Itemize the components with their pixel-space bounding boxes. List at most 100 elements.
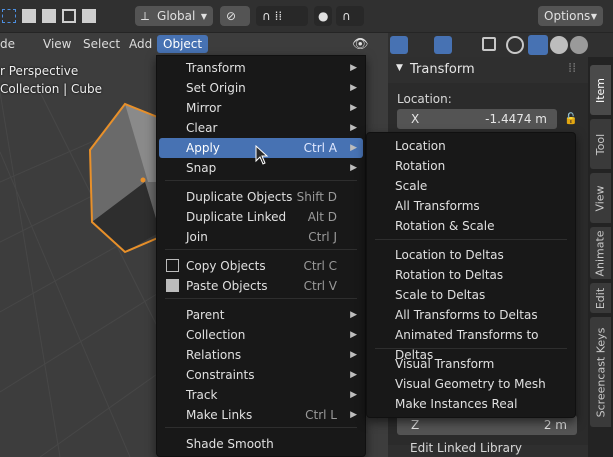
menu-item-paste-objects[interactable]: Paste Objects Ctrl V xyxy=(159,276,363,296)
menu-separator xyxy=(375,239,567,240)
apply-visual-geometry-to-mesh[interactable]: Visual Geometry to Mesh xyxy=(369,374,573,394)
apply-visual-transform[interactable]: Visual Transform xyxy=(369,354,573,374)
lock-icon[interactable]: 🔓 xyxy=(564,112,578,125)
menu-mode[interactable]: de xyxy=(0,35,21,53)
submenu-arrow-icon: ▶ xyxy=(350,370,357,380)
orientation-icon: ⟂ xyxy=(141,8,150,23)
menu-item-constraints[interactable]: Constraints ▶ xyxy=(159,365,363,385)
xray-icon[interactable] xyxy=(482,37,496,51)
magnet-icon: ∩ ⁞⁞ xyxy=(262,9,283,23)
rendered-shading-icon[interactable] xyxy=(570,36,588,54)
menu-item-make-links[interactable]: Make Links Ctrl L ▶ xyxy=(159,405,363,425)
menu-select[interactable]: Select xyxy=(77,35,126,53)
select-intersect-icon[interactable] xyxy=(82,9,96,23)
tab-edit[interactable]: Edit xyxy=(590,283,611,313)
menu-item-set-origin[interactable]: Set Origin ▶ xyxy=(159,78,363,98)
overlay-toggle-icon[interactable] xyxy=(434,36,452,54)
menu-item-relations[interactable]: Relations ▶ xyxy=(159,345,363,365)
z-value: 2 m xyxy=(543,418,567,432)
apply-rotation-to-deltas[interactable]: Rotation to Deltas xyxy=(369,265,573,285)
solid-shading-icon[interactable] xyxy=(528,35,548,55)
apply-scale[interactable]: Scale xyxy=(369,176,573,196)
edit-linked-library-label: Edit Linked Library xyxy=(410,441,522,455)
apply-all-transforms-to-deltas[interactable]: All Transforms to Deltas xyxy=(369,305,573,325)
visibility-eye-icon[interactable]: 👁 xyxy=(352,37,369,52)
menu-item-copy-objects[interactable]: Copy Objects Ctrl C xyxy=(159,256,363,276)
menu-separator xyxy=(165,298,357,299)
tab-view-label: View xyxy=(594,184,608,212)
select-extend-icon[interactable] xyxy=(42,9,56,23)
submenu-arrow-icon: ▶ xyxy=(350,63,357,73)
falloff-dropdown[interactable]: ∩ xyxy=(336,6,364,26)
gizmo-toggle-icon[interactable] xyxy=(390,36,408,54)
material-shading-icon[interactable] xyxy=(550,36,568,54)
tab-view[interactable]: View xyxy=(590,173,611,223)
apply-all-transforms[interactable]: All Transforms xyxy=(369,196,573,216)
scale-z-field[interactable]: Z 2 m xyxy=(397,415,577,435)
tab-animate-label: Animate xyxy=(594,229,607,277)
tab-screencast-keys-label: Screencast Keys xyxy=(594,327,608,417)
pivot-icon: ⊘ xyxy=(226,9,237,23)
menu-item-transform[interactable]: Transform ▶ xyxy=(159,58,363,78)
x-value: -1.4474 m xyxy=(485,112,547,126)
z-axis-label: Z xyxy=(411,418,420,432)
menu-item-mirror[interactable]: Mirror ▶ xyxy=(159,98,363,118)
expand-triangle-icon: ▼ xyxy=(396,63,403,73)
viewport-menubar: de View Select Add Object 👁 xyxy=(0,33,390,55)
tab-screencast-keys[interactable]: Screencast Keys xyxy=(590,317,611,427)
menu-add[interactable]: Add xyxy=(123,35,158,53)
object-menu: Transform ▶ Set Origin ▶ Mirror ▶ Clear ▶ Ap… xyxy=(156,55,366,457)
apply-scale-to-deltas[interactable]: Scale to Deltas xyxy=(369,285,573,305)
submenu-arrow-icon: ▶ xyxy=(350,103,357,113)
transform-panel-title: Transform xyxy=(410,62,475,77)
apply-make-instances-real[interactable]: Make Instances Real xyxy=(369,394,573,414)
wireframe-shading-icon[interactable] xyxy=(506,36,524,54)
chevron-down-icon: ▼ xyxy=(590,11,597,21)
submenu-arrow-icon: ▶ xyxy=(350,123,357,133)
menu-item-shade-smooth[interactable]: Shade Smooth xyxy=(159,434,363,454)
apply-location-to-deltas[interactable]: Location to Deltas xyxy=(369,245,573,265)
drag-handle-icon[interactable]: ⁞⁞ xyxy=(568,61,576,76)
dot-icon: ● xyxy=(318,9,329,23)
edit-linked-library-header[interactable]: Edit Linked Library xyxy=(388,441,588,457)
menu-object[interactable]: Object xyxy=(157,35,209,53)
pivot-dropdown[interactable]: ⊘ xyxy=(220,6,250,26)
menu-item-clear[interactable]: Clear ▶ xyxy=(159,118,363,138)
orientation-label: Global xyxy=(157,9,196,23)
apply-rotation[interactable]: Rotation xyxy=(369,156,573,176)
tab-animate[interactable]: Animate xyxy=(590,227,611,279)
menu-item-track[interactable]: Track ▶ xyxy=(159,385,363,405)
submenu-arrow-icon: ▶ xyxy=(350,350,357,360)
menu-separator xyxy=(165,180,357,181)
select-box-icon[interactable] xyxy=(2,9,16,23)
menu-item-duplicate-linked[interactable]: Duplicate Linked Alt D xyxy=(159,207,363,227)
apply-animated-transforms-to-deltas[interactable]: Animated Transforms to Deltas xyxy=(369,325,573,362)
chevron-down-icon: ▼ xyxy=(200,11,207,21)
copy-icon xyxy=(166,259,179,272)
shading-header xyxy=(388,33,613,57)
menu-item-collection[interactable]: Collection ▶ xyxy=(159,325,363,345)
view-perspective-label: r Perspective xyxy=(0,64,79,78)
options-dropdown[interactable]: Options ▼ xyxy=(538,6,603,26)
orientation-dropdown[interactable]: ⟂ Global ▼ xyxy=(135,6,213,26)
tab-tool[interactable]: Tool xyxy=(590,119,611,169)
menu-separator xyxy=(375,348,567,349)
viewport-header: ⟂ Global ▼ ⊘ ∩ ⁞⁞ ● ∩ Options ▼ xyxy=(0,0,613,33)
menu-item-join[interactable]: Join Ctrl J xyxy=(159,227,363,247)
paste-icon xyxy=(166,279,179,292)
tab-item[interactable]: Item xyxy=(590,65,611,115)
select-subtract-icon[interactable] xyxy=(62,9,76,23)
transform-panel-header[interactable]: ▼ Transform ⁞⁞ xyxy=(388,57,588,83)
location-x-field[interactable]: X -1.4474 m xyxy=(397,109,557,129)
menu-view[interactable]: View xyxy=(37,35,77,53)
tab-edit-label: Edit xyxy=(594,287,607,309)
apply-location[interactable]: Location xyxy=(369,136,573,156)
apply-rotation-scale[interactable]: Rotation & Scale xyxy=(369,216,573,236)
select-new-icon[interactable] xyxy=(22,9,36,23)
snap-dropdown[interactable]: ∩ ⁞⁞ xyxy=(256,6,308,26)
proportional-edit-toggle[interactable]: ● xyxy=(314,6,332,26)
submenu-arrow-icon: ▶ xyxy=(350,163,357,173)
collection-label: Collection | Cube xyxy=(0,82,103,96)
menu-item-parent[interactable]: Parent ▶ xyxy=(159,305,363,325)
menu-item-duplicate-objects[interactable]: Duplicate Objects Shift D xyxy=(159,187,363,207)
